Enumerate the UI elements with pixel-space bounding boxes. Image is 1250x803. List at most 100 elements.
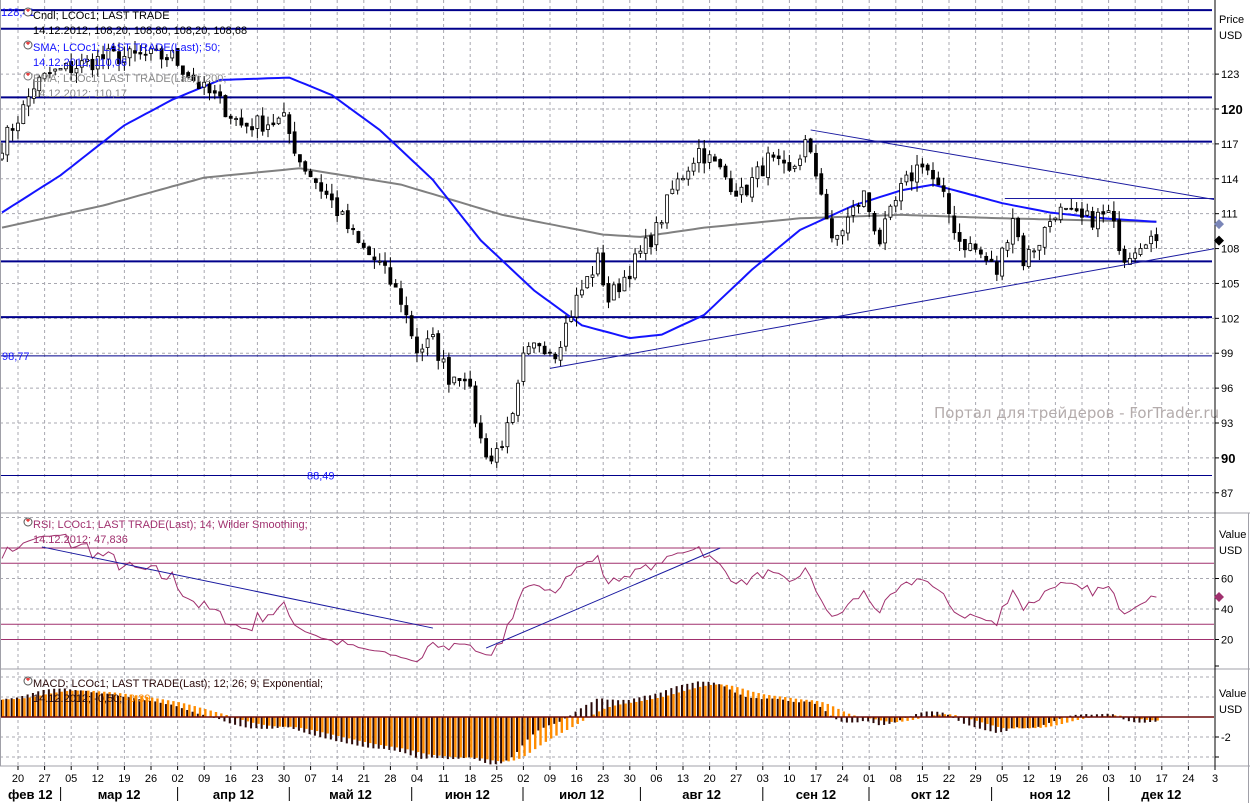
candle[interactable] bbox=[473, 381, 478, 428]
candle-body bbox=[292, 131, 297, 154]
candle-body bbox=[776, 155, 781, 159]
macd-bar bbox=[893, 717, 896, 723]
signal-bar bbox=[608, 706, 611, 717]
candle[interactable] bbox=[1143, 243, 1148, 249]
macd-bar bbox=[516, 717, 519, 752]
price-tick-label: 99 bbox=[1221, 348, 1233, 360]
level-label: 98,77 bbox=[2, 351, 30, 363]
macd-bar bbox=[409, 717, 412, 756]
price-tick-label: 102 bbox=[1221, 313, 1239, 325]
candle-body bbox=[574, 294, 579, 318]
candle-body bbox=[1122, 248, 1127, 263]
macd-bar bbox=[414, 717, 417, 758]
candle-body bbox=[723, 165, 728, 178]
clock-icon[interactable] bbox=[23, 40, 33, 50]
candle[interactable] bbox=[516, 379, 520, 422]
signal-bar bbox=[789, 697, 792, 717]
x-tick-label: 27 bbox=[730, 773, 742, 785]
macd-bar bbox=[994, 717, 997, 733]
x-tick-label: 12 bbox=[1023, 773, 1035, 785]
candle[interactable] bbox=[367, 245, 371, 256]
signal-bar bbox=[730, 685, 734, 717]
macd-bar bbox=[404, 717, 407, 754]
macd-bar bbox=[872, 717, 875, 724]
candle-body bbox=[702, 148, 707, 164]
macd-bar bbox=[787, 700, 790, 717]
candle-body bbox=[947, 193, 951, 215]
macd-bar bbox=[329, 717, 332, 740]
candle-body bbox=[1111, 210, 1116, 222]
macd-bar bbox=[707, 681, 710, 717]
x-tick-label: 10 bbox=[1129, 773, 1141, 785]
candle-body bbox=[798, 158, 802, 166]
candle[interactable] bbox=[872, 211, 877, 235]
candle[interactable] bbox=[744, 184, 749, 197]
candle-body bbox=[728, 178, 733, 193]
x-tick-label: 03 bbox=[757, 773, 769, 785]
x-tick-label: 07 bbox=[304, 773, 316, 785]
clock-icon[interactable] bbox=[23, 676, 33, 686]
month-label: ноя 12 bbox=[1029, 787, 1070, 802]
signal-bar bbox=[299, 717, 303, 728]
macd-bar bbox=[388, 717, 391, 750]
signal-bar bbox=[752, 691, 755, 717]
signal-bar bbox=[528, 717, 532, 753]
signal-bar bbox=[682, 690, 686, 717]
clock-icon[interactable] bbox=[23, 7, 33, 17]
x-tick-label: 06 bbox=[650, 773, 662, 785]
candle-body bbox=[782, 159, 786, 164]
signal-bar bbox=[283, 717, 287, 727]
candle[interactable] bbox=[585, 276, 590, 289]
candle-body bbox=[287, 114, 292, 134]
signal-bar bbox=[12, 699, 16, 717]
macd-bar bbox=[228, 717, 231, 724]
signal-bar bbox=[741, 688, 744, 717]
candle[interactable] bbox=[356, 230, 361, 244]
x-tick-label: 28 bbox=[384, 773, 396, 785]
candle[interactable] bbox=[276, 116, 281, 125]
macd-bar bbox=[234, 717, 237, 725]
macd-bar bbox=[553, 717, 556, 724]
candle[interactable] bbox=[808, 137, 813, 154]
macd-bar bbox=[340, 717, 343, 742]
candle[interactable] bbox=[510, 411, 515, 425]
macd-bar bbox=[276, 717, 279, 728]
candle-body bbox=[989, 258, 994, 262]
signal-bar bbox=[294, 717, 297, 728]
signal-bar bbox=[1028, 717, 1032, 729]
signal-bar bbox=[980, 717, 984, 723]
candle-body bbox=[686, 170, 691, 180]
candle-body bbox=[409, 315, 414, 337]
signal-bar bbox=[837, 708, 840, 717]
macd-bar bbox=[702, 681, 705, 717]
candle-body bbox=[851, 206, 856, 216]
clock-icon[interactable] bbox=[23, 71, 33, 81]
month-label: авг 12 bbox=[682, 787, 721, 802]
candle-body bbox=[718, 159, 723, 168]
candle[interactable] bbox=[223, 94, 228, 118]
signal-bar bbox=[1039, 717, 1042, 728]
macd-bar bbox=[962, 717, 965, 724]
macd-bar bbox=[308, 717, 311, 735]
signal-bar bbox=[278, 717, 282, 727]
signal-bar bbox=[491, 717, 494, 761]
macd-bar bbox=[399, 717, 401, 752]
candle-body bbox=[457, 378, 462, 382]
clock-icon[interactable] bbox=[23, 517, 33, 527]
macd-bar bbox=[356, 717, 359, 746]
candle-body bbox=[388, 267, 393, 285]
candle-body bbox=[244, 122, 249, 127]
candle-body bbox=[915, 164, 919, 183]
candle[interactable] bbox=[1021, 232, 1026, 271]
candle-body bbox=[1154, 234, 1159, 242]
candle[interactable] bbox=[877, 227, 882, 247]
macd-bar bbox=[803, 701, 806, 717]
candle-body bbox=[697, 148, 701, 164]
signal-bar bbox=[693, 688, 696, 717]
macd-bar bbox=[297, 717, 300, 731]
candle[interactable] bbox=[1000, 246, 1005, 281]
candle[interactable] bbox=[861, 190, 866, 208]
candle-body bbox=[425, 338, 430, 348]
chart-window: Портал для трейдеров - ForTrader.ru 98,7… bbox=[0, 0, 1250, 803]
candle-body bbox=[367, 246, 371, 256]
